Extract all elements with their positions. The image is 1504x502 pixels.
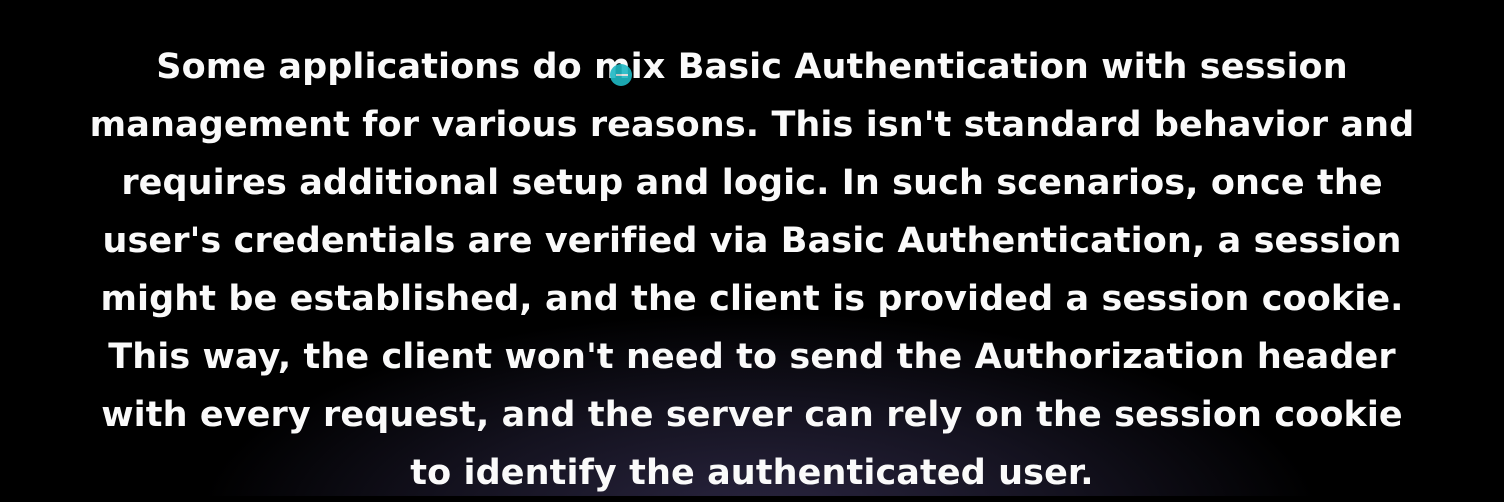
paragraph-line: might be established, and the client is … xyxy=(100,279,1404,319)
paragraph-line: This way, the client won't need to send … xyxy=(108,337,1396,377)
paragraph-line: Some applications do mix Basic Authentic… xyxy=(156,47,1348,87)
slide-paragraph: Some applications do mix Basic Authentic… xyxy=(0,38,1504,502)
paragraph-line: management for various reasons. This isn… xyxy=(89,105,1415,145)
paragraph-line: to identify the authenticated user. xyxy=(410,453,1094,493)
mouse-cursor-icon xyxy=(610,64,632,86)
paragraph-line: user's credentials are verified via Basi… xyxy=(102,221,1402,261)
paragraph-line: with every request, and the server can r… xyxy=(101,395,1403,435)
paragraph-line: requires additional setup and logic. In … xyxy=(121,163,1383,203)
